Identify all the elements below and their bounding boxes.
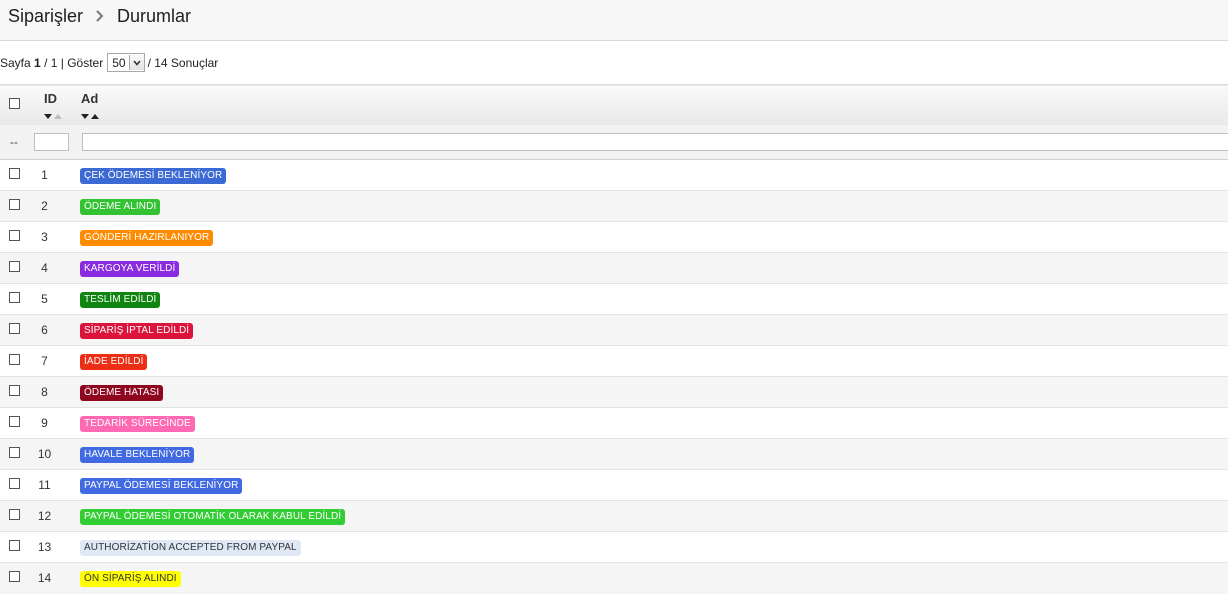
row-checkbox[interactable] (9, 323, 20, 334)
status-badge[interactable]: KARGOYA VERİLDİ (80, 260, 180, 277)
row-id: 5 (41, 292, 48, 306)
results-count: / 14 Sonuçlar (147, 55, 219, 70)
row-id: 6 (41, 323, 48, 337)
row-id: 2 (41, 199, 48, 213)
row-id: 8 (41, 385, 48, 399)
filter-dash: -- (10, 134, 18, 149)
table-row[interactable]: 14 ÖN SİPARİŞ ALINDI (0, 562, 1228, 594)
column-header-name[interactable]: Ad (81, 91, 98, 106)
row-checkbox[interactable] (9, 571, 20, 583)
status-badge[interactable]: ÖDEME HATASI (80, 384, 164, 401)
chevron-right-icon (95, 10, 104, 22)
row-checkbox[interactable] (9, 416, 20, 427)
table-row[interactable]: 9 TEDARİK SÜRECİNDE (0, 407, 1228, 439)
breadcrumb-parent-link[interactable]: Siparişler (8, 6, 83, 27)
status-badge[interactable]: ÇEK ÖDEMESİ BEKLENİYOR (80, 167, 227, 184)
breadcrumb: Siparişler Durumlar (0, 0, 1228, 41)
per-page-value: 50 (112, 55, 126, 70)
row-id: 10 (37, 447, 52, 461)
table-row[interactable]: 10 HAVALE BEKLENİYOR (0, 438, 1228, 470)
row-id: 3 (41, 230, 48, 244)
row-checkbox[interactable] (9, 447, 20, 458)
status-badge[interactable]: SİPARİŞ İPTAL EDİLDİ (80, 322, 194, 339)
row-checkbox[interactable] (9, 199, 20, 210)
table-row[interactable]: 11 PAYPAL ÖDEMESİ BEKLENİYOR (0, 469, 1228, 501)
row-id: 9 (41, 416, 48, 430)
current-page: 1 (34, 55, 41, 70)
row-checkbox[interactable] (9, 261, 20, 272)
row-checkbox[interactable] (9, 385, 20, 396)
table-row[interactable]: 2 ÖDEME ALINDI (0, 190, 1228, 222)
page-title: Durumlar (117, 5, 192, 26)
row-checkbox[interactable] (9, 168, 20, 179)
row-id: 11 (38, 478, 51, 492)
table-row[interactable]: 8 ÖDEME HATASI (0, 376, 1228, 408)
table-row[interactable]: 3 GÖNDERİ HAZIRLANIYOR (0, 221, 1228, 253)
column-header-id[interactable]: ID (44, 91, 57, 106)
status-badge[interactable]: ÖDEME ALINDI (80, 198, 161, 215)
id-filter-input[interactable] (34, 132, 69, 151)
per-page-select[interactable]: 50 (107, 53, 145, 72)
table-header: ID Ad (0, 84, 1228, 125)
name-filter-input[interactable] (82, 132, 1228, 151)
row-id: 1 (41, 168, 48, 182)
sort-asc-icon[interactable] (91, 114, 99, 120)
table-row[interactable]: 4 KARGOYA VERİLDİ (0, 252, 1228, 284)
row-checkbox[interactable] (9, 230, 20, 241)
status-badge[interactable]: AUTHORİZATİON ACCEPTED FROM PAYPAL (80, 539, 301, 556)
table-row[interactable]: 1 ÇEK ÖDEMESİ BEKLENİYOR (0, 159, 1228, 191)
row-id: 13 (37, 540, 52, 554)
row-checkbox[interactable] (9, 509, 20, 520)
chevron-down-icon[interactable] (128, 55, 144, 70)
show-label: Göster (67, 55, 104, 70)
page-label: Sayfa (0, 55, 31, 70)
sort-name-icons (81, 108, 1227, 120)
table-row[interactable]: 6 SİPARİŞ İPTAL EDİLDİ (0, 314, 1228, 346)
status-badge[interactable]: TESLİM EDİLDİ (80, 291, 161, 308)
total-pages: / 1 | (44, 55, 64, 70)
status-badge[interactable]: İADE EDİLDİ (80, 353, 148, 370)
row-id: 12 (37, 509, 52, 523)
status-badge[interactable]: GÖNDERİ HAZIRLANIYOR (80, 229, 214, 246)
row-id: 14 (37, 571, 52, 586)
status-table: ID Ad -- 1 ÇEK ÖDEMESİ BEKLENİYOR 2 ÖDEME A… (0, 84, 1228, 594)
select-all-checkbox[interactable] (9, 97, 20, 109)
table-row[interactable]: 12 PAYPAL ÖDEMESİ OTOMATİK OLARAK KABUL E… (0, 500, 1228, 532)
pagination-bar: Sayfa 1 / 1 | Göster 50 / 14 Sonuçlar (0, 41, 1228, 84)
table-row[interactable]: 13 AUTHORİZATİON ACCEPTED FROM PAYPAL (0, 531, 1228, 563)
sort-desc-icon[interactable] (44, 114, 52, 120)
status-badge[interactable]: TEDARİK SÜRECİNDE (80, 415, 195, 432)
status-badge[interactable]: PAYPAL ÖDEMESİ OTOMATİK OLARAK KABUL EDİ… (80, 508, 346, 525)
table-row[interactable]: 7 İADE EDİLDİ (0, 345, 1228, 377)
row-checkbox[interactable] (9, 540, 20, 551)
filter-row: -- (0, 124, 1228, 160)
row-checkbox[interactable] (9, 478, 20, 489)
status-badge[interactable]: ÖN SİPARİŞ ALINDI (80, 570, 181, 587)
status-badge[interactable]: PAYPAL ÖDEMESİ BEKLENİYOR (80, 477, 243, 494)
status-badge[interactable]: HAVALE BEKLENİYOR (80, 446, 195, 463)
table-row[interactable]: 5 TESLİM EDİLDİ (0, 283, 1228, 315)
sort-desc-icon[interactable] (81, 114, 89, 120)
row-id: 7 (41, 354, 48, 368)
row-checkbox[interactable] (9, 292, 20, 303)
row-id: 4 (41, 261, 48, 275)
status-rows: 1 ÇEK ÖDEMESİ BEKLENİYOR 2 ÖDEME ALINDI 3 GÖN… (0, 159, 1228, 594)
sort-id-icons (44, 108, 73, 120)
sort-asc-icon[interactable] (54, 114, 62, 120)
row-checkbox[interactable] (9, 354, 20, 365)
